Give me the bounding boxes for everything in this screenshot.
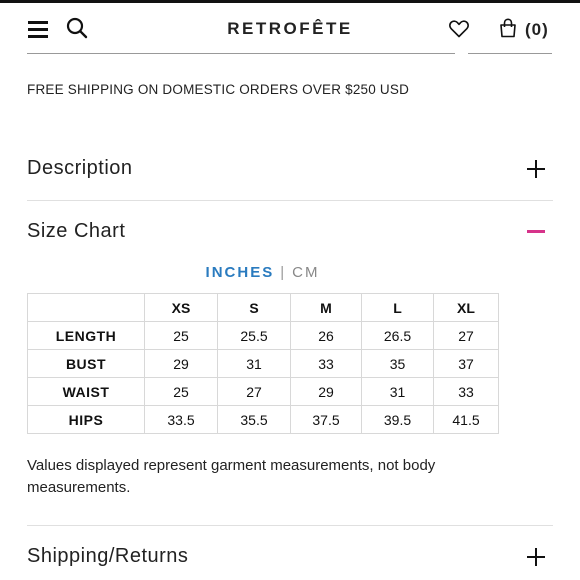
divider: [27, 200, 553, 201]
description-heading[interactable]: Description: [27, 157, 133, 180]
table-cell: 27: [433, 321, 499, 350]
table-cell: 25: [144, 321, 218, 350]
plus-icon[interactable]: [527, 160, 545, 178]
column-header: S: [217, 293, 291, 322]
column-header: XL: [433, 293, 499, 322]
column-header: XS: [144, 293, 218, 322]
size-table: XS S M L XL LENGTH 25 25.5 26 26.5 27 BU…: [27, 293, 499, 434]
table-cell: 25: [144, 377, 218, 406]
minus-icon[interactable]: [527, 222, 545, 240]
table-cell: 31: [217, 349, 291, 378]
bag-icon[interactable]: [497, 17, 519, 39]
divider: [27, 525, 553, 526]
table-corner: [27, 293, 145, 322]
table-cell: 25.5: [217, 321, 291, 350]
table-cell: 26: [290, 321, 362, 350]
table-cell: 29: [144, 349, 218, 378]
table-row: BUST 29 31 33 35 37: [27, 349, 499, 378]
table-cell: 39.5: [361, 405, 434, 434]
table-header-row: XS S M L XL: [27, 293, 499, 322]
table-cell: 26.5: [361, 321, 434, 350]
heart-icon[interactable]: [448, 18, 470, 40]
table-row: HIPS 33.5 35.5 37.5 39.5 41.5: [27, 405, 499, 434]
unit-inches[interactable]: INCHES: [206, 264, 275, 281]
measurement-note: Values displayed represent garment measu…: [27, 457, 436, 496]
unit-cm[interactable]: CM: [292, 264, 319, 281]
table-row: WAIST 25 27 29 31 33: [27, 377, 499, 406]
cart-underline: [468, 53, 552, 54]
table-cell: 33: [290, 349, 362, 378]
brand-logo[interactable]: RETROFÊTE: [190, 19, 390, 39]
row-label: WAIST: [27, 377, 145, 406]
table-cell: 35: [361, 349, 434, 378]
unit-toggle: INCHES | CM: [0, 264, 525, 281]
table-cell: 37.5: [290, 405, 362, 434]
table-cell: 33: [433, 377, 499, 406]
row-label: LENGTH: [27, 321, 145, 350]
table-cell: 41.5: [433, 405, 499, 434]
site-header: RETROFÊTE (0): [0, 3, 580, 55]
shipping-returns-heading[interactable]: Shipping/Returns: [27, 545, 188, 568]
size-chart-heading[interactable]: Size Chart: [27, 220, 125, 243]
plus-icon[interactable]: [527, 548, 545, 566]
table-cell: 31: [361, 377, 434, 406]
table-row: LENGTH 25 25.5 26 26.5 27: [27, 321, 499, 350]
row-label: BUST: [27, 349, 145, 378]
search-icon[interactable]: [66, 17, 88, 39]
table-cell: 27: [217, 377, 291, 406]
table-cell: 29: [290, 377, 362, 406]
unit-separator: |: [280, 264, 287, 281]
column-header: L: [361, 293, 434, 322]
shipping-banner: FREE SHIPPING ON DOMESTIC ORDERS OVER $2…: [27, 82, 410, 97]
column-header: M: [290, 293, 362, 322]
table-cell: 33.5: [144, 405, 218, 434]
search-underline: [27, 53, 455, 54]
menu-icon[interactable]: [26, 17, 50, 41]
table-cell: 35.5: [217, 405, 291, 434]
row-label: HIPS: [27, 405, 145, 434]
table-cell: 37: [433, 349, 499, 378]
cart-count[interactable]: (0): [525, 20, 549, 40]
